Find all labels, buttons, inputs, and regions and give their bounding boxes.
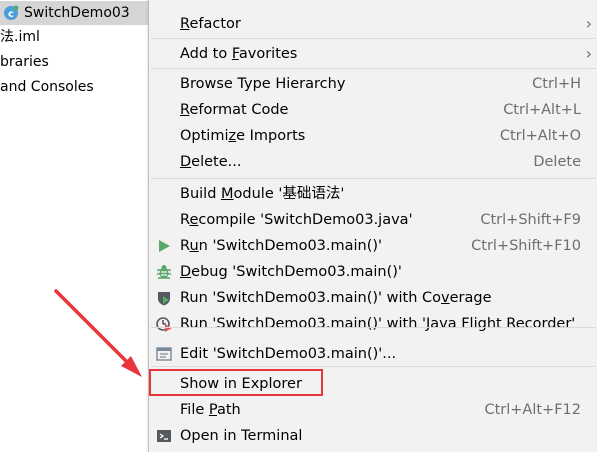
tree-item-iml[interactable]: 法.iml: [0, 25, 40, 49]
menu-item-shortcut: Delete: [533, 154, 581, 170]
tree-item-label: and Consoles: [0, 79, 94, 95]
tree-item-label: 法.iml: [0, 29, 40, 45]
menu-item-reformat-code[interactable]: Reformat Code Ctrl+Alt+L: [149, 97, 597, 123]
menu-item-label: Reformat Code: [180, 102, 289, 118]
menu-item-label: Recompile 'SwitchDemo03.java': [180, 212, 413, 228]
debug-icon: [157, 265, 171, 279]
menu-item-edit-configuration[interactable]: Edit 'SwitchDemo03.main()'...: [149, 341, 597, 367]
menu-item-shortcut: Ctrl+Alt+F12: [484, 402, 581, 418]
menu-item-shortcut: Ctrl+H: [532, 76, 581, 92]
tree-item-label: SwitchDemo03: [24, 5, 130, 21]
menu-item-shortcut: Ctrl+Shift+F10: [471, 238, 581, 254]
menu-item-label: Debug 'SwitchDemo03.main()': [180, 264, 402, 280]
menu-item-label: Add to Favorites: [180, 46, 298, 62]
menu-item-label: Delete...: [180, 154, 242, 170]
chevron-right-icon: ›: [585, 14, 592, 33]
menu-item-label: Browse Type Hierarchy: [180, 76, 346, 92]
svg-text:c: c: [8, 9, 14, 20]
menu-item-label: Build Module '基础语法': [180, 186, 345, 202]
menu-item-debug[interactable]: Debug 'SwitchDemo03.main()': [149, 259, 597, 285]
menu-separator: [151, 327, 596, 328]
java-class-icon: c: [4, 5, 19, 20]
menu-item-file-path[interactable]: File Path Ctrl+Alt+F12: [149, 397, 597, 423]
menu-item-label: Refactor: [180, 16, 241, 32]
run-icon: [159, 240, 170, 252]
screen: c SwitchDemo03 法.iml braries and Console…: [0, 0, 597, 452]
tree-item-libraries[interactable]: braries: [0, 50, 49, 74]
menu-item-label: Run 'SwitchDemo03.main()': [180, 238, 383, 254]
menu-separator: [151, 366, 596, 367]
menu-item-optimize-imports[interactable]: Optimize Imports Ctrl+Alt+O: [149, 123, 597, 149]
menu-item-label: Open in Terminal: [180, 428, 303, 444]
menu-item-add-to-favorites[interactable]: Add to Favorites ›: [149, 41, 597, 67]
menu-item-label: Optimize Imports: [180, 128, 306, 144]
edit-config-icon: [156, 347, 172, 361]
tree-item-scratches[interactable]: and Consoles: [0, 75, 94, 99]
menu-separator: [151, 38, 596, 39]
menu-item-label: File Path: [180, 402, 241, 418]
profiler-icon: [156, 317, 172, 332]
project-tree: c SwitchDemo03 法.iml braries and Console…: [0, 0, 160, 452]
chevron-right-icon: ›: [585, 44, 592, 63]
menu-item-browse-type-hierarchy[interactable]: Browse Type Hierarchy Ctrl+H: [149, 71, 597, 97]
menu-separator: [151, 178, 596, 179]
menu-item-run[interactable]: Run 'SwitchDemo03.main()' Ctrl+Shift+F10: [149, 233, 597, 259]
menu-item-run-with-jfr[interactable]: Run 'SwitchDemo03.main()' with 'Java Fli…: [149, 311, 597, 337]
menu-item-label: Run 'SwitchDemo03.main()' with 'Java Fli…: [180, 316, 576, 332]
menu-item-shortcut: Ctrl+Alt+O: [499, 128, 581, 144]
annotation-highlight-box: [149, 369, 323, 396]
menu-item-refactor[interactable]: Refactor ›: [149, 11, 597, 37]
menu-item-recompile[interactable]: Recompile 'SwitchDemo03.java' Ctrl+Shift…: [149, 207, 597, 233]
tree-item-label: braries: [0, 54, 49, 70]
menu-item-run-with-coverage[interactable]: Run 'SwitchDemo03.main()' with Coverage: [149, 285, 597, 311]
menu-item-shortcut: Ctrl+Shift+F9: [480, 212, 581, 228]
menu-separator: [151, 68, 596, 69]
menu-item-open-in-terminal[interactable]: Open in Terminal: [149, 423, 597, 449]
menu-item-label: Run 'SwitchDemo03.main()' with Coverage: [180, 290, 492, 306]
menu-item-build-module[interactable]: Build Module '基础语法': [149, 181, 597, 207]
menu-item-label: Edit 'SwitchDemo03.main()'...: [180, 346, 397, 362]
menu-item-delete[interactable]: Delete... Delete: [149, 149, 597, 175]
tree-item-switchdemo03[interactable]: c SwitchDemo03: [0, 1, 160, 25]
menu-item-shortcut: Ctrl+Alt+L: [503, 102, 581, 118]
coverage-icon: [158, 292, 170, 306]
terminal-icon: [157, 430, 171, 442]
